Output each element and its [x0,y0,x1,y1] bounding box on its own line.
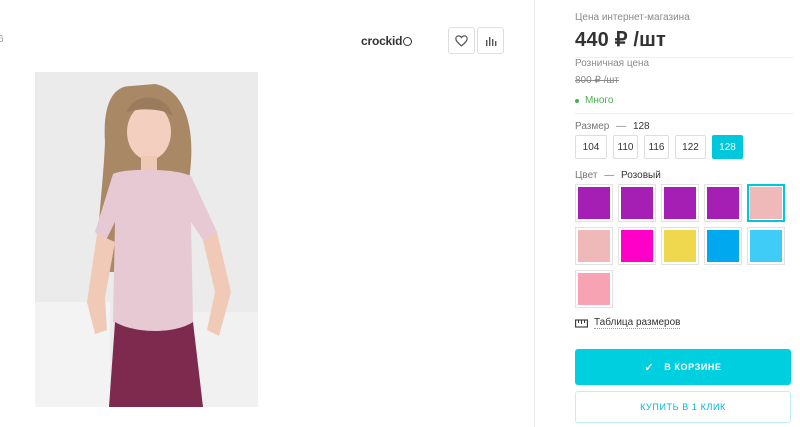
color-swatch[interactable] [618,184,656,222]
color-swatch[interactable] [704,227,742,265]
color-label: Цвет [575,170,598,181]
color-swatch-fill [578,230,610,262]
size-option-110[interactable]: 110 [613,135,638,159]
color-swatch-fill [664,187,696,219]
color-swatch-fill [664,230,696,262]
brand-logo[interactable]: crockid [361,34,413,48]
stock-status: Много [575,95,613,106]
stock-dot-icon [575,98,579,103]
size-option-128[interactable]: 128 [712,135,743,159]
heart-icon [455,34,468,47]
color-swatch[interactable] [661,184,699,222]
color-swatch-fill [621,230,653,262]
color-swatch-fill [578,273,610,305]
size-separator: — [616,121,627,132]
buy-one-click-label: КУПИТЬ В 1 КЛИК [640,402,726,412]
in-cart-button[interactable]: ✓ В КОРЗИНЕ [575,349,791,385]
online-price: 440 ₽ /шт [575,29,667,51]
bar-chart-icon [485,36,496,46]
size-table-text: Таблица размеров [594,317,681,329]
buy-one-click-button[interactable]: КУПИТЬ В 1 КЛИК [575,391,791,423]
stock-text: Много [585,95,614,106]
online-price-label: Цена интернет-магазина [575,12,690,23]
size-label-row: Размер — 128 [575,121,650,132]
brand-name: crockid [361,34,403,48]
retail-price: 800 ₽ /шт [575,75,619,86]
color-separator: — [604,170,615,181]
product-gallery: 6 crockid [0,0,534,427]
size-options: 104 110 116 122 128 [575,135,749,159]
color-swatch-fill [707,230,739,262]
favorite-button[interactable] [448,27,475,54]
compare-button[interactable] [477,27,504,54]
size-table-link[interactable]: Таблица размеров [575,317,681,329]
color-swatch-fill [578,187,610,219]
brand-mark [403,37,413,46]
retail-price-label: Розничная цена [575,58,650,69]
check-icon: ✓ [644,361,655,374]
color-swatch-fill [750,230,782,262]
color-swatch[interactable] [575,184,613,222]
color-swatch[interactable] [704,184,742,222]
color-selected: Розовый [620,170,661,181]
product-photo-illustration [35,72,258,407]
color-swatch[interactable] [747,227,785,265]
color-swatch-fill [750,187,782,219]
color-swatch[interactable] [575,270,613,308]
edge-text: 6 [0,34,4,45]
size-option-122[interactable]: 122 [675,135,706,159]
color-options [575,184,793,313]
color-swatch-fill [621,187,653,219]
size-selected: 128 [632,121,650,132]
color-swatch-fill [707,187,739,219]
size-option-104[interactable]: 104 [575,135,607,159]
color-label-row: Цвет — Розовый [575,170,661,181]
color-swatch[interactable] [747,184,785,222]
ruler-icon [575,318,588,328]
color-swatch[interactable] [661,227,699,265]
color-swatch[interactable] [575,227,613,265]
column-divider [534,0,535,427]
product-photo[interactable] [35,72,258,407]
in-cart-label: В КОРЗИНЕ [664,362,722,372]
size-option-116[interactable]: 116 [644,135,669,159]
size-label: Размер [575,121,610,132]
stock-divider [575,113,793,114]
purchase-panel: Цена интернет-магазина 440 ₽ /шт Розничн… [575,0,800,427]
color-swatch[interactable] [618,227,656,265]
